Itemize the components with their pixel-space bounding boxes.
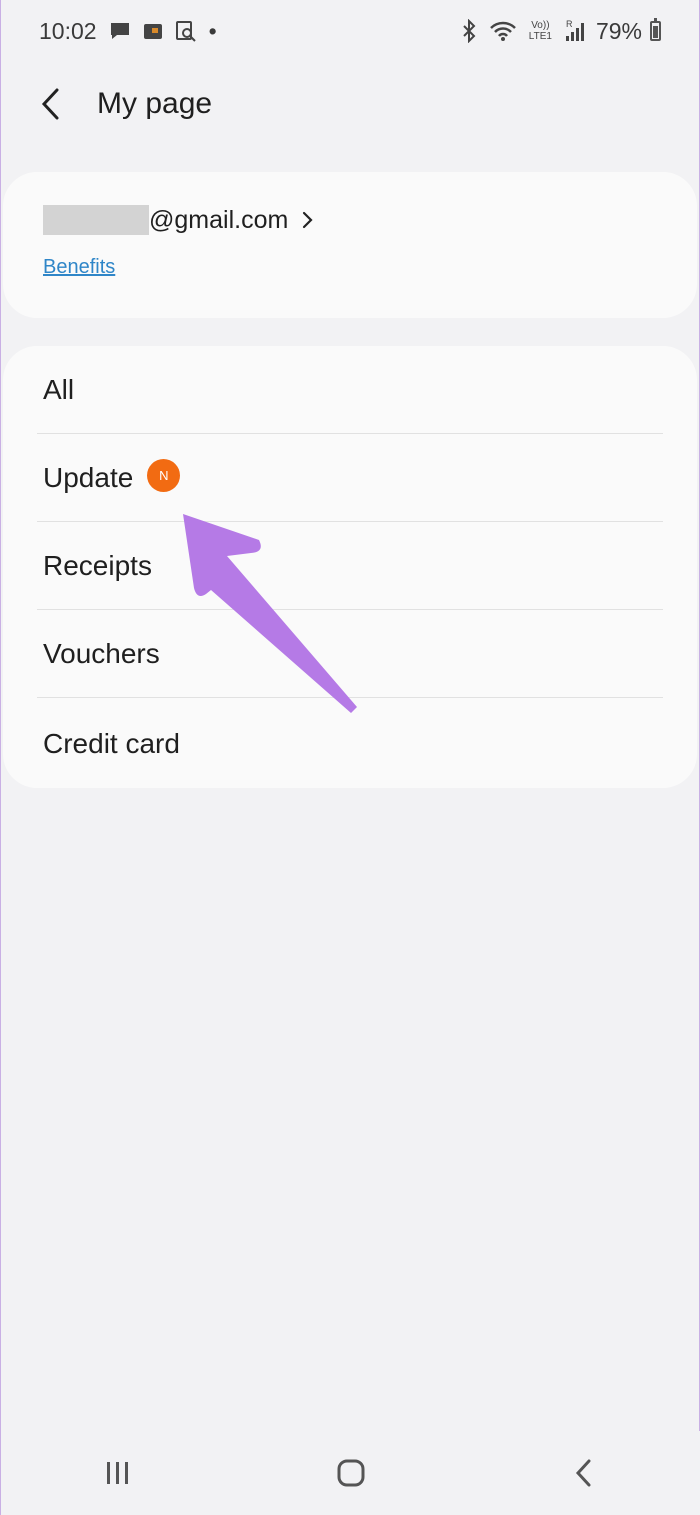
back-button[interactable] [11,62,91,146]
menu-item-label: Credit card [43,728,180,759]
status-bar: 10:02 • Vo)) LTE1 R 79% [1,0,700,62]
account-email-row[interactable]: @gmail.com [43,205,314,235]
battery: 79% [596,18,661,45]
recents-icon [106,1462,128,1484]
battery-percent: 79% [595,17,642,44]
menu-item-label: Receipts [43,549,152,581]
signal-icon: R [564,19,584,43]
menu-item-label: All [43,373,75,405]
menu-item-label: Update [43,461,134,493]
chevron-left-icon [41,88,59,120]
account-card: @gmail.com Benefits [3,172,697,318]
menu-item-label: Vouchers [43,637,160,669]
home-button[interactable] [291,1431,411,1515]
menu-item-vouchers[interactable]: Vouchers [37,610,663,698]
volte-lte-icon: Vo)) LTE1 [528,20,552,42]
new-badge: N [147,459,181,492]
menu-item-update[interactable]: Update N [37,434,663,522]
status-bar-left: 10:02 • [39,18,217,45]
bluetooth-icon [461,19,477,43]
recents-button[interactable] [58,1431,178,1515]
redacted-username [43,205,149,235]
home-icon [337,1459,365,1487]
screen: 10:02 • Vo)) LTE1 R 79% My page @gmail.c… [0,0,700,1515]
clock: 10:02 [39,17,97,44]
battery-icon [650,18,661,41]
menu-item-credit-card[interactable]: Credit card [37,700,663,788]
nav-back-button[interactable] [524,1431,644,1515]
status-bar-right: Vo)) LTE1 R 79% [461,18,661,45]
chevron-right-icon [302,210,314,230]
menu-item-all[interactable]: All [37,346,663,434]
screenshot-icon [175,20,197,42]
wifi-icon [489,20,517,42]
benefits-link[interactable]: Benefits [43,256,115,279]
message-icon [109,21,131,41]
navigation-bar [1,1431,700,1515]
svg-text:R: R [566,19,573,29]
app-icon [143,21,163,41]
menu-card: All Update N Receipts Vouchers Credit ca… [3,346,697,788]
notification-dot: • [208,17,217,44]
menu-item-receipts[interactable]: Receipts [37,522,663,610]
network-label: LTE1 [528,31,552,42]
back-icon [576,1459,591,1487]
page-title: My page [97,87,213,120]
email-domain: @gmail.com [149,205,289,234]
app-bar: My page [1,62,700,146]
